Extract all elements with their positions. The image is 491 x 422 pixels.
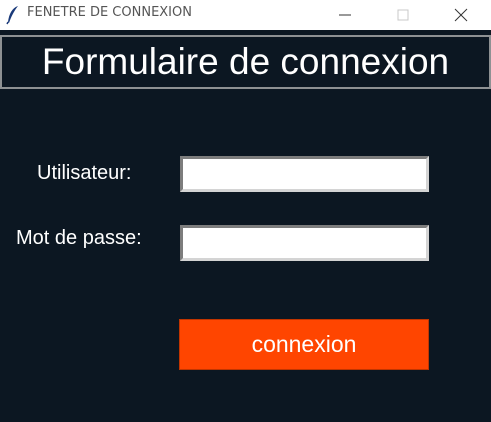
- minimize-icon: [339, 14, 351, 16]
- login-window: FENETRE DE CONNEXION Formulaire de conne…: [0, 0, 491, 422]
- feather-icon: [6, 5, 20, 25]
- window-title: FENETRE DE CONNEXION: [27, 5, 192, 20]
- form-header: Formulaire de connexion: [0, 35, 491, 89]
- username-input[interactable]: [180, 156, 429, 192]
- maximize-icon: [397, 9, 409, 21]
- close-button[interactable]: [438, 0, 484, 30]
- title-bar[interactable]: FENETRE DE CONNEXION: [0, 0, 491, 30]
- password-label: Mot de passe:: [16, 227, 142, 249]
- minimize-button[interactable]: [322, 0, 368, 30]
- password-input[interactable]: [180, 225, 429, 261]
- login-button[interactable]: connexion: [179, 319, 429, 370]
- close-icon: [454, 8, 468, 22]
- username-label: Utilisateur:: [37, 162, 132, 184]
- maximize-button[interactable]: [380, 0, 426, 30]
- page-title: Formulaire de connexion: [41, 41, 450, 82]
